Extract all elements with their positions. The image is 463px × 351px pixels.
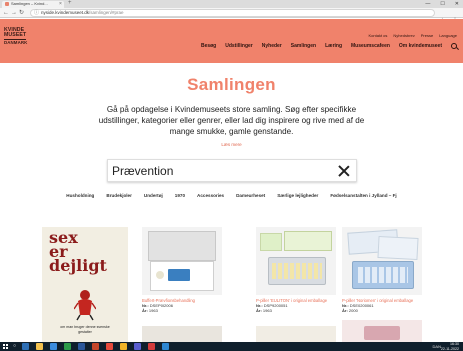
category-special-occasions[interactable]: Særlige lejligheder bbox=[277, 193, 318, 198]
powerpoint-icon[interactable] bbox=[92, 343, 99, 350]
category-underwear[interactable]: Undertøj bbox=[144, 193, 163, 198]
url-field[interactable]: ⓘ nyside.kvindemuseet.dk/samlingen/#prae bbox=[30, 9, 435, 17]
util-link-contact[interactable]: Kontakt os bbox=[369, 33, 388, 38]
nav-item-about[interactable]: Om kvindemuseet bbox=[399, 43, 442, 49]
tab-title: Samlingen – Kvind... bbox=[11, 1, 48, 6]
nav-item-exhibitions[interactable]: Udstillinger bbox=[225, 43, 253, 49]
utility-nav: Kontakt os Nyhedsbrev Presse Language bbox=[369, 33, 458, 38]
result-card[interactable]: Buffert-Prævfionsbehandling Nr.: DSEP0I2… bbox=[142, 227, 222, 313]
app-icon[interactable] bbox=[106, 343, 113, 350]
result-thumbnail bbox=[142, 227, 222, 295]
back-arrow-icon[interactable]: ← bbox=[3, 9, 9, 17]
main-nav: Besøg Udstillinger Nyheder Samlingen Lær… bbox=[201, 43, 457, 49]
forward-arrow-icon[interactable]: → bbox=[11, 9, 17, 17]
reload-icon[interactable]: ↻ bbox=[19, 9, 24, 17]
category-household[interactable]: Husholdning bbox=[66, 193, 94, 198]
chrome-icon[interactable] bbox=[120, 343, 127, 350]
util-link-press[interactable]: Presse bbox=[421, 33, 433, 38]
mail-icon[interactable] bbox=[50, 343, 57, 350]
page-title: Samlingen bbox=[187, 75, 276, 94]
search-icon[interactable] bbox=[451, 43, 457, 49]
nav-item-collection[interactable]: Samlingen bbox=[291, 43, 316, 49]
category-maternity[interactable]: Fødselsanstalten i Jylland – Fj bbox=[330, 193, 396, 198]
result-card-book[interactable]: sex er dejligt om man bruger denne svens… bbox=[42, 227, 128, 347]
nav-item-cafe[interactable]: Museumscafeen bbox=[351, 43, 390, 49]
intro-text: Gå på opdagelse i Kvindemuseets store sa… bbox=[98, 105, 365, 136]
category-1970[interactable]: 1970 bbox=[175, 193, 185, 198]
new-tab-icon[interactable]: + bbox=[68, 0, 72, 7]
site-header: KVINDE MUSEET DANMARK Kontakt os Nyhedsb… bbox=[0, 19, 463, 63]
tray-language[interactable]: DAN bbox=[433, 344, 441, 349]
collection-search bbox=[107, 159, 357, 182]
nav-item-learning[interactable]: Læring bbox=[325, 43, 342, 49]
browser-tab-bar: Samlingen – Kvind... × + — ☐ ✕ bbox=[0, 0, 463, 8]
explorer-icon[interactable] bbox=[22, 343, 29, 350]
tab-close-icon[interactable]: × bbox=[59, 1, 62, 7]
book-cover-title: sex er dejligt bbox=[49, 228, 107, 275]
word-icon[interactable] bbox=[78, 343, 85, 350]
result-thumbnail bbox=[342, 227, 422, 295]
close-icon[interactable] bbox=[337, 164, 351, 178]
address-bar: ← → ↻ ⓘ nyside.kvindemuseet.dk/samlingen… bbox=[0, 8, 463, 24]
taskbar-apps bbox=[22, 343, 169, 350]
clock[interactable]: 16:30 22-11-2022 bbox=[441, 342, 459, 351]
site-logo[interactable]: KVINDE MUSEET DANMARK bbox=[4, 27, 27, 45]
folder-icon[interactable] bbox=[36, 343, 43, 350]
util-link-language[interactable]: Language bbox=[439, 33, 457, 38]
search-input[interactable] bbox=[112, 162, 322, 180]
maximize-button[interactable]: ☐ bbox=[440, 0, 444, 8]
system-tray[interactable]: DAN bbox=[433, 343, 441, 350]
result-card-partial[interactable] bbox=[256, 326, 336, 342]
app-icon[interactable] bbox=[134, 343, 141, 350]
category-accessories[interactable]: Accessories bbox=[197, 193, 224, 198]
nav-item-visit[interactable]: Besøg bbox=[201, 43, 216, 49]
minimize-button[interactable]: — bbox=[425, 0, 430, 8]
result-card[interactable]: P-piller 'Noriomen' i original emballage… bbox=[342, 227, 422, 313]
category-filter-list: Husholdning Brudekjoler Undertøj 1970 Ac… bbox=[0, 193, 463, 198]
category-dameurheset[interactable]: Dameurheset bbox=[236, 193, 265, 198]
nav-item-news[interactable]: Nyheder bbox=[262, 43, 282, 49]
result-card[interactable]: P-piller 'EULITON' i original emballage … bbox=[256, 227, 336, 313]
result-year: År: 1963 bbox=[256, 308, 272, 314]
app-icon[interactable] bbox=[162, 343, 169, 350]
result-card-partial[interactable] bbox=[342, 320, 422, 342]
read-more-link[interactable]: Læs mere bbox=[0, 142, 463, 147]
category-wedding-dresses[interactable]: Brudekjoler bbox=[106, 193, 132, 198]
util-link-newsletter[interactable]: Nyhedsbrev bbox=[393, 33, 414, 38]
result-year: År: 2000 bbox=[342, 308, 358, 314]
windows-start-icon[interactable] bbox=[3, 344, 8, 349]
favicon-icon bbox=[5, 2, 9, 6]
excel-icon[interactable] bbox=[64, 343, 71, 350]
lock-icon: ⓘ bbox=[34, 10, 40, 16]
app-icon[interactable] bbox=[148, 343, 155, 350]
result-card-partial[interactable] bbox=[142, 326, 222, 342]
close-window-button[interactable]: ✕ bbox=[455, 0, 459, 8]
window-controls: — ☐ ✕ bbox=[425, 0, 459, 8]
result-year: År: 1963 bbox=[142, 308, 158, 314]
book-cover-figure-icon bbox=[74, 290, 96, 321]
url-text: nyside.kvindemuseet.dk/samlingen/#prae bbox=[41, 10, 124, 15]
browser-tab[interactable]: Samlingen – Kvind... × bbox=[2, 1, 64, 8]
os-taskbar: ○ DAN 16:30 22-11-2022 bbox=[0, 342, 463, 351]
result-thumbnail bbox=[256, 227, 336, 295]
book-cover-caption: om man bruger denne svenske gestalter bbox=[60, 325, 110, 334]
search-taskbar-icon[interactable]: ○ bbox=[13, 343, 16, 350]
